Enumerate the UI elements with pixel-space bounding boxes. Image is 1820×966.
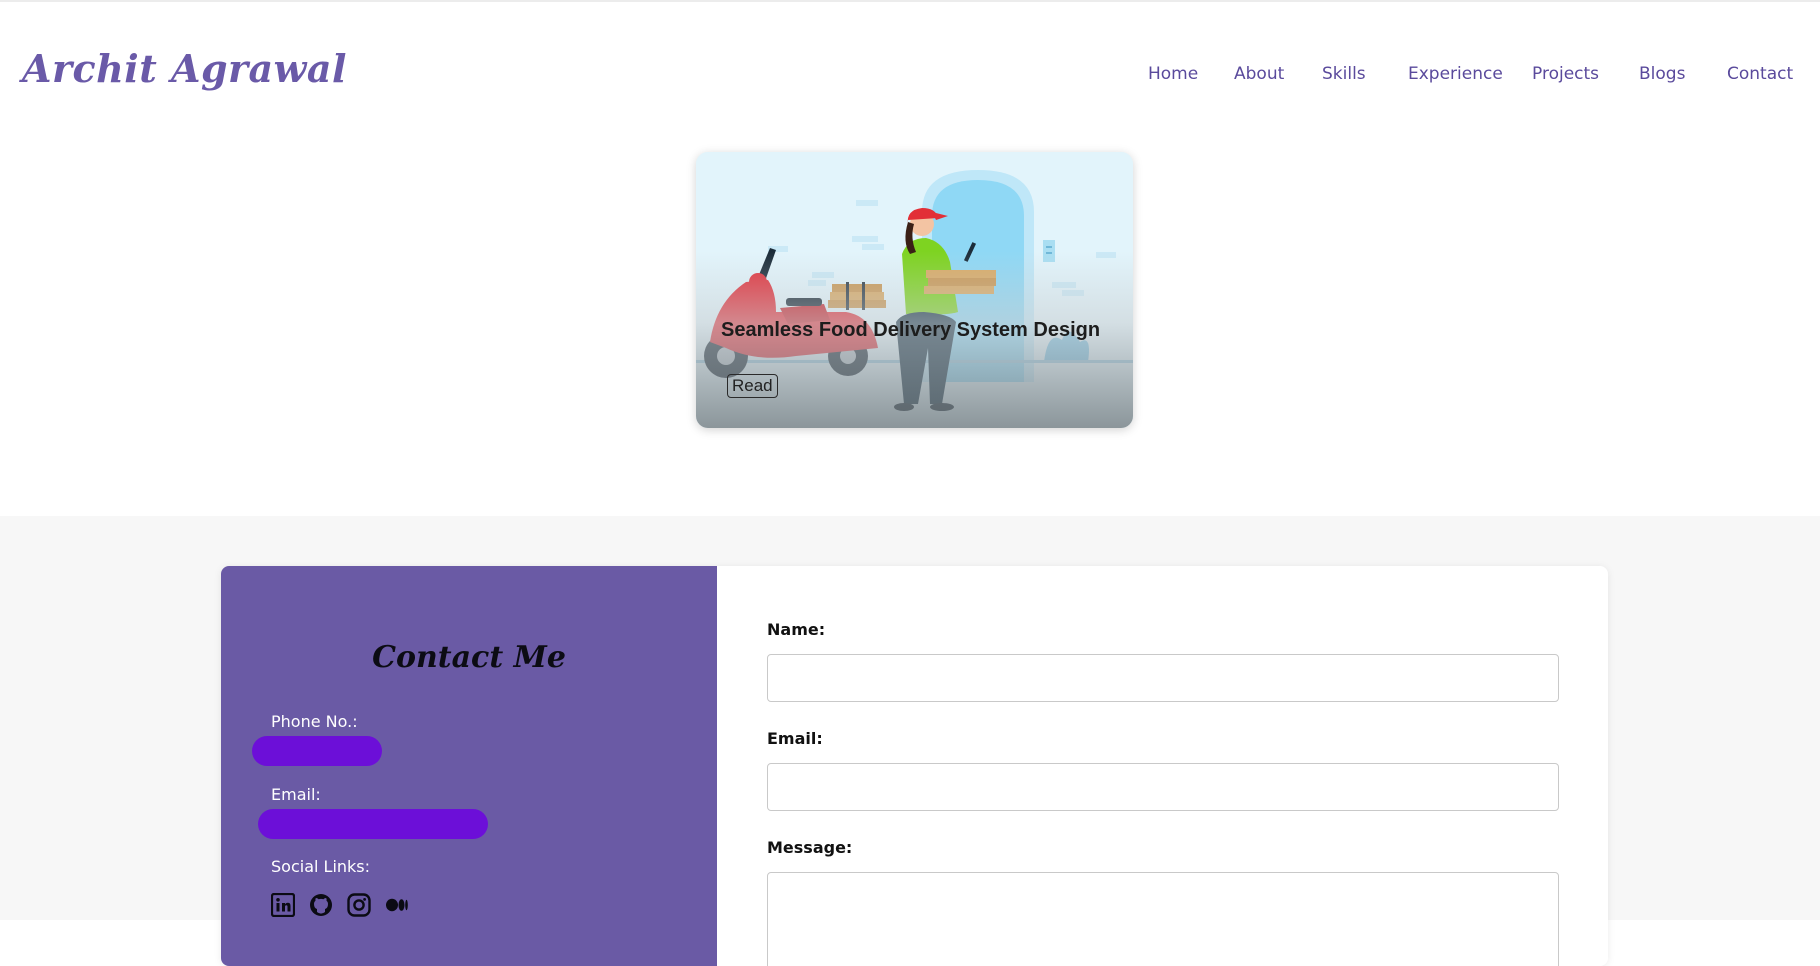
email-label: Email: [767,729,823,748]
contact-section: Contact Me Phone No.: Email: Social Link… [0,516,1820,966]
email-input[interactable] [767,763,1559,811]
page-top-border [0,0,1820,2]
instagram-icon[interactable] [347,893,371,917]
phone-redaction [252,736,382,766]
nav-about[interactable]: About [1234,64,1284,84]
read-button[interactable]: Read [727,374,778,398]
name-input[interactable] [767,654,1559,702]
nav-projects[interactable]: Projects [1532,64,1599,84]
linkedin-icon[interactable] [271,893,295,917]
nav-experience[interactable]: Experience [1408,64,1503,84]
message-textarea[interactable] [767,872,1559,966]
email-info-label: Email: [271,785,321,804]
phone-label: Phone No.: [271,712,358,731]
nav-home[interactable]: Home [1148,64,1198,84]
github-icon[interactable] [309,893,333,917]
contact-info-panel: Contact Me Phone No.: Email: Social Link… [221,566,717,966]
blog-title: Seamless Food Delivery System Design [721,319,1101,341]
nav-contact[interactable]: Contact [1727,64,1793,84]
blog-card[interactable]: Seamless Food Delivery System Design Rea… [696,152,1133,428]
nav-skills[interactable]: Skills [1322,64,1366,84]
contact-heading: Contact Me [372,640,566,675]
name-label: Name: [767,620,826,639]
email-redaction [258,809,488,839]
nav-blogs[interactable]: Blogs [1639,64,1685,84]
medium-icon[interactable] [385,893,409,917]
social-links-label: Social Links: [271,857,371,876]
main-nav: Home About Skills Experience Projects Bl… [0,64,1820,88]
message-label: Message: [767,838,853,857]
contact-card: Contact Me Phone No.: Email: Social Link… [221,566,1608,966]
